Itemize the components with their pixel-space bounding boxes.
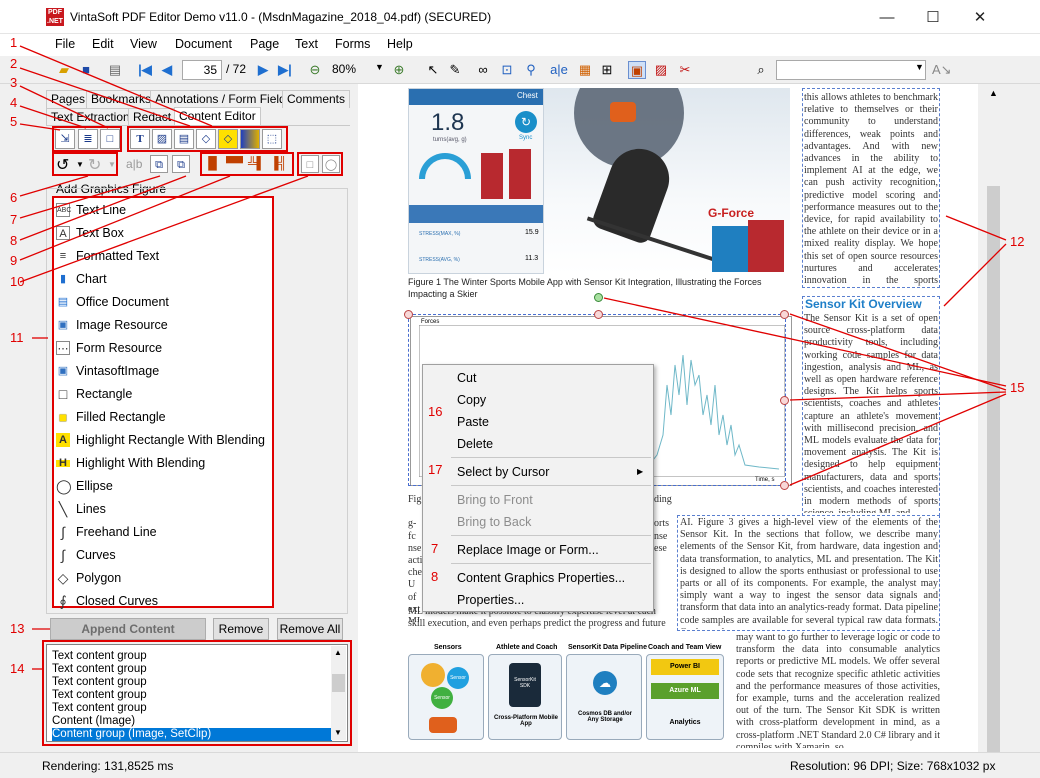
callout-number: 14: [10, 661, 25, 676]
callout-number: 3: [10, 75, 18, 90]
callout-number: 13: [10, 621, 25, 636]
rendering-status: Rendering: 131,8525 ms: [42, 759, 174, 773]
callout-number: 11: [10, 330, 24, 345]
callout-number: 5: [10, 114, 18, 129]
callout-number: 10: [10, 274, 25, 289]
resolution-status: Resolution: 96 DPI; Size: 768x1032 px: [790, 759, 996, 773]
callout-number: 17: [428, 462, 443, 477]
callout-number: 2: [10, 56, 18, 71]
callout-number: 7: [431, 541, 439, 556]
callout-number: 16: [428, 404, 443, 419]
callout-number: 7: [10, 212, 18, 227]
callout-number: 9: [10, 253, 18, 268]
callout-lines: [19, 45, 1007, 670]
callout-number: 6: [10, 190, 18, 205]
callout-number: 4: [10, 95, 18, 110]
callout-number: 8: [10, 233, 18, 248]
callout-number: 15: [1010, 380, 1025, 395]
callout-arrows: [19, 45, 1007, 670]
callout-number: 12: [1010, 234, 1025, 249]
callout-number: 1: [10, 35, 18, 50]
callout-number: 8: [431, 569, 439, 584]
